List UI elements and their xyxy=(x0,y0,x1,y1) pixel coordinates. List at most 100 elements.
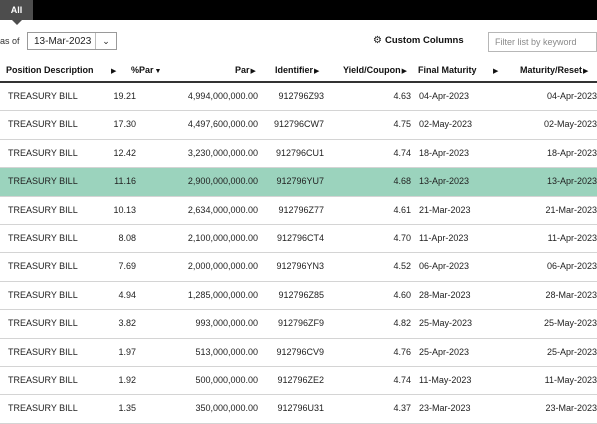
cell-final-maturity: 25-Apr-2023 xyxy=(419,346,470,357)
cell-identifier: 912796CW7 xyxy=(273,119,324,130)
tab-all[interactable]: All xyxy=(0,0,33,25)
table-row[interactable]: TREASURY BILL 12.42 3,230,000,000.00 912… xyxy=(0,140,597,169)
cell-final-maturity: 02-May-2023 xyxy=(419,119,473,130)
cell-maturity-reset: 02-May-2023 xyxy=(543,119,597,130)
cell-position-description: TREASURY BILL xyxy=(8,232,78,243)
cell-position-description: TREASURY BILL xyxy=(8,346,78,357)
filter-input[interactable] xyxy=(488,32,597,52)
table-row[interactable]: TREASURY BILL 1.35 350,000,000.00 912796… xyxy=(0,395,597,424)
sort-desc-icon: ▼ xyxy=(154,68,162,75)
cell-pct-par: 12.42 xyxy=(113,147,136,158)
date-value: 13-Mar-2023 xyxy=(34,36,92,47)
top-nav-bar: All xyxy=(0,0,597,25)
cell-position-description: TREASURY BILL xyxy=(8,204,78,215)
cell-maturity-reset: 28-Mar-2023 xyxy=(545,289,597,300)
cell-identifier: 912796YU7 xyxy=(276,176,324,187)
cell-par: 3,230,000,000.00 xyxy=(187,147,258,158)
cell-par: 993,000,000.00 xyxy=(195,318,258,329)
cell-maturity-reset: 11-May-2023 xyxy=(544,374,597,385)
cell-identifier: 912796YN3 xyxy=(276,261,324,272)
cell-maturity-reset: 04-Apr-2023 xyxy=(546,91,597,101)
cell-identifier: 912796Z77 xyxy=(278,204,324,215)
cell-par: 4,497,600,000.00 xyxy=(187,119,258,130)
date-select[interactable]: 13-Mar-2023 ⌄ xyxy=(27,32,117,50)
table-row[interactable]: TREASURY BILL 19.21 4,994,000,000.00 912… xyxy=(0,83,597,112)
cell-par: 2,634,000,000.00 xyxy=(187,204,258,215)
table-row[interactable]: TREASURY BILL 8.08 2,100,000,000.00 9127… xyxy=(0,225,597,254)
cell-identifier: 912796CV9 xyxy=(276,346,324,357)
chevron-down-icon[interactable]: ⌄ xyxy=(95,33,116,49)
table-row[interactable]: TREASURY BILL 10.13 2,634,000,000.00 912… xyxy=(0,197,597,225)
cell-yield-coupon: 4.74 xyxy=(393,147,411,158)
cell-maturity-reset: 13-Apr-2023 xyxy=(546,176,597,187)
column-header-par[interactable]: Par▶ xyxy=(235,65,256,75)
table-row[interactable]: TREASURY BILL 1.97 513,000,000.00 912796… xyxy=(0,339,597,367)
custom-columns-button[interactable]: ⚙ Custom Columns xyxy=(373,35,464,46)
cell-position-description: TREASURY BILL xyxy=(8,289,78,300)
cell-identifier: 912796CT4 xyxy=(276,232,324,243)
cell-yield-coupon: 4.63 xyxy=(393,91,411,101)
gear-icon: ⚙ xyxy=(373,35,382,46)
cell-maturity-reset: 11-Apr-2023 xyxy=(547,232,597,243)
sort-arrow-icon[interactable]: ▶ xyxy=(492,65,498,75)
cell-position-description: TREASURY BILL xyxy=(8,147,78,158)
cell-final-maturity: 06-Apr-2023 xyxy=(419,261,470,272)
cell-par: 513,000,000.00 xyxy=(195,346,258,357)
cell-pct-par: 8.08 xyxy=(118,232,136,243)
cell-yield-coupon: 4.61 xyxy=(393,204,411,215)
table-row[interactable]: TREASURY BILL 1.92 500,000,000.00 912796… xyxy=(0,367,597,396)
cell-final-maturity: 18-Apr-2023 xyxy=(419,147,470,158)
cell-yield-coupon: 4.60 xyxy=(393,289,411,300)
column-header-position-description[interactable]: Position Description xyxy=(6,65,94,75)
cell-pct-par: 11.16 xyxy=(114,176,136,187)
cell-maturity-reset: 25-Apr-2023 xyxy=(546,346,597,357)
cell-final-maturity: 25-May-2023 xyxy=(419,318,473,329)
cell-yield-coupon: 4.82 xyxy=(393,318,411,329)
cell-pct-par: 7.69 xyxy=(118,261,136,272)
column-header-final-maturity[interactable]: Final Maturity xyxy=(418,65,477,75)
cell-identifier: 912796CU1 xyxy=(275,147,324,158)
cell-yield-coupon: 4.76 xyxy=(393,346,411,357)
cell-identifier: 912796ZF9 xyxy=(277,318,324,329)
cell-yield-coupon: 4.52 xyxy=(393,261,411,272)
column-header-yield-coupon[interactable]: Yield/Coupon▶ xyxy=(343,65,407,75)
cell-position-description: TREASURY BILL xyxy=(8,318,78,329)
cell-position-description: TREASURY BILL xyxy=(8,91,78,101)
cell-pct-par: 17.30 xyxy=(113,119,136,130)
cell-maturity-reset: 25-May-2023 xyxy=(543,318,597,329)
sort-arrow-icon: ▶ xyxy=(401,68,408,75)
sort-arrow-icon: ▶ xyxy=(314,68,320,75)
table-row[interactable]: TREASURY BILL 17.30 4,497,600,000.00 912… xyxy=(0,111,597,140)
column-header-identifier[interactable]: Identifier▶ xyxy=(275,65,319,75)
cell-par: 2,900,000,000.00 xyxy=(187,176,258,187)
custom-columns-label: Custom Columns xyxy=(384,35,464,46)
cell-yield-coupon: 4.74 xyxy=(393,374,411,385)
column-header-maturity-reset[interactable]: Maturity/Reset▶ xyxy=(520,65,588,75)
sort-arrow-icon: ▶ xyxy=(250,68,256,75)
cell-final-maturity: 11-Apr-2023 xyxy=(419,232,469,243)
cell-identifier: 912796ZE2 xyxy=(277,374,324,385)
column-header-pct-par[interactable]: %Par▼ xyxy=(131,65,161,75)
table-row-selected[interactable]: TREASURY BILL 11.16 2,900,000,000.00 912… xyxy=(0,168,597,197)
cell-pct-par: 10.13 xyxy=(113,204,136,215)
sort-arrow-icon: ▶ xyxy=(583,68,589,75)
holdings-table-body: TREASURY BILL 19.21 4,994,000,000.00 912… xyxy=(0,83,597,424)
cell-par: 2,100,000,000.00 xyxy=(187,232,258,243)
cell-pct-par: 1.97 xyxy=(118,346,136,357)
table-row[interactable]: TREASURY BILL 3.82 993,000,000.00 912796… xyxy=(0,310,597,339)
cell-maturity-reset: 18-Apr-2023 xyxy=(546,147,597,158)
cell-par: 2,000,000,000.00 xyxy=(187,261,258,272)
cell-pct-par: 3.82 xyxy=(118,318,136,329)
table-row[interactable]: TREASURY BILL 4.94 1,285,000,000.00 9127… xyxy=(0,282,597,311)
cell-identifier: 912796Z93 xyxy=(278,91,324,101)
table-row[interactable]: TREASURY BILL 7.69 2,000,000,000.00 9127… xyxy=(0,253,597,282)
sort-arrow-icon[interactable]: ▶ xyxy=(110,65,116,75)
cell-final-maturity: 11-May-2023 xyxy=(419,374,472,385)
table-header: Position Description ▶ %Par▼ Par▶ Identi… xyxy=(0,57,597,83)
cell-identifier: 912796Z85 xyxy=(278,289,324,300)
cell-position-description: TREASURY BILL xyxy=(8,119,78,130)
cell-yield-coupon: 4.75 xyxy=(393,119,411,130)
cell-par: 500,000,000.00 xyxy=(195,374,258,385)
cell-yield-coupon: 4.68 xyxy=(393,176,411,187)
cell-final-maturity: 04-Apr-2023 xyxy=(419,91,470,101)
